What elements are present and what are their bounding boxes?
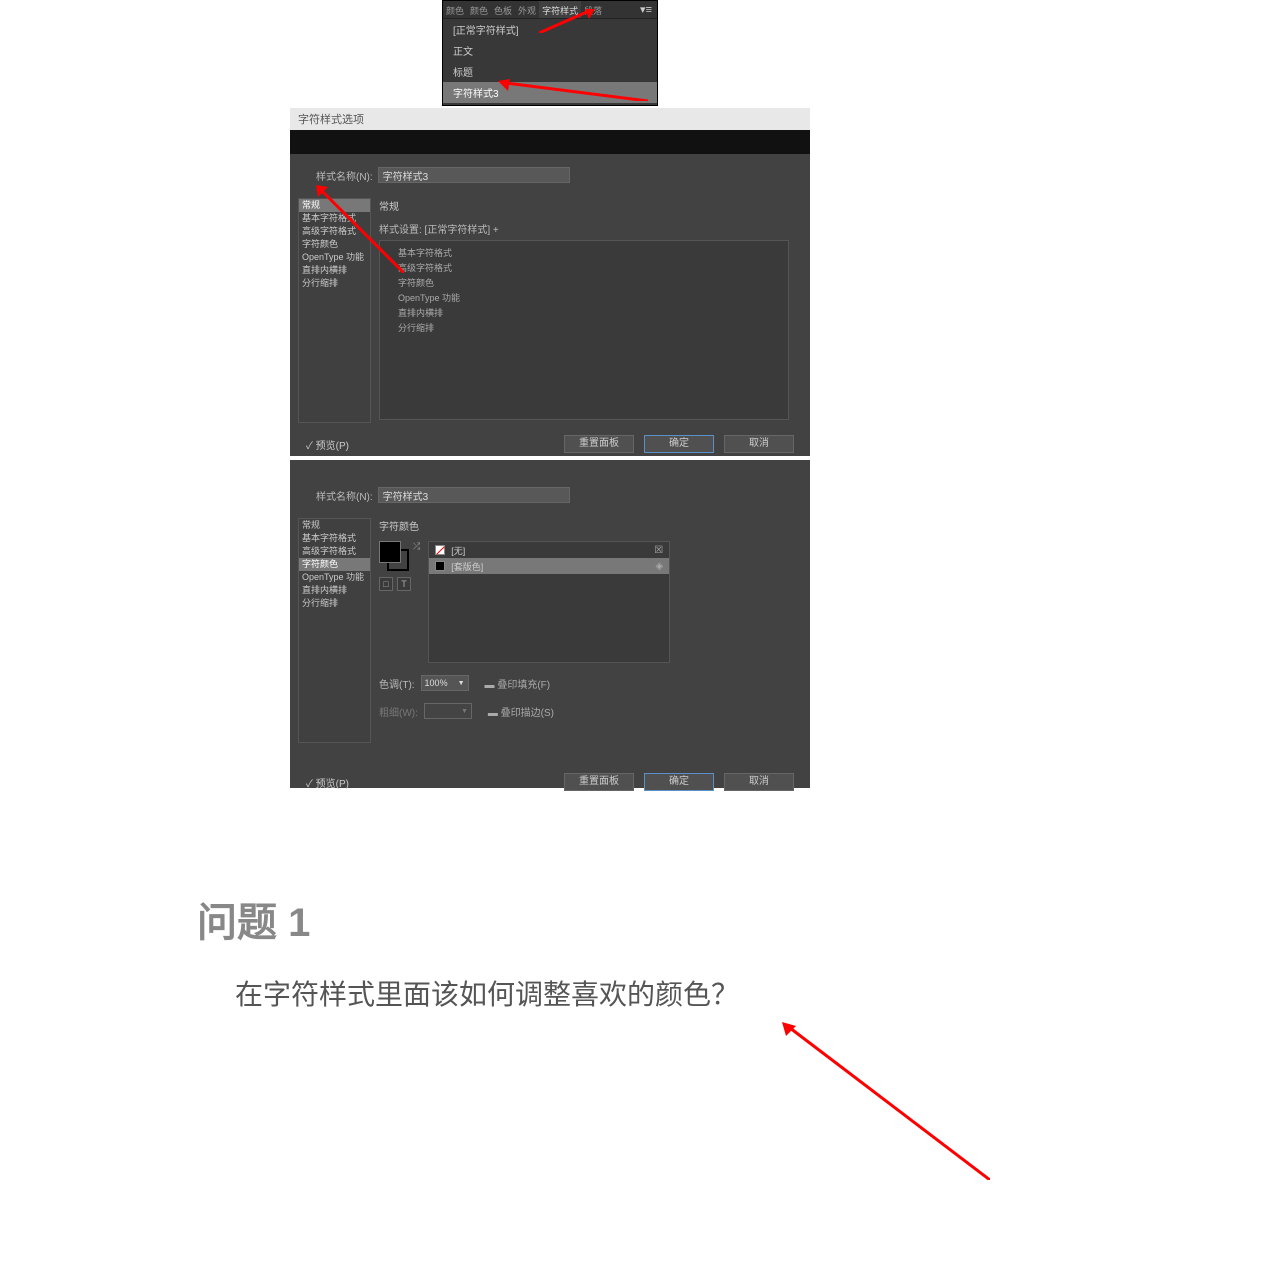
swatch-list: [无] ☒ [套版色] ◈ — [428, 541, 670, 663]
fill-toggle-icon[interactable]: □ — [379, 577, 393, 591]
category-adv-char[interactable]: 高级字符格式 — [299, 225, 370, 238]
tint-combo[interactable]: 100%▼ — [421, 675, 469, 691]
summary-item: OpenType 功能 — [398, 291, 770, 306]
swap-icon[interactable]: ⤮ — [413, 541, 420, 552]
reset-button[interactable]: 重置面板 — [564, 435, 634, 453]
dialog-title: 字符样式选项 — [290, 108, 810, 130]
annotation-arrow-icon — [780, 1020, 990, 1180]
fill-stroke-swatch[interactable]: ⤮ — [379, 541, 420, 571]
registration-chip-icon — [435, 561, 445, 571]
preview-checkbox[interactable]: ✓ 预览(P) — [306, 775, 349, 790]
style-name-label: 样式名称(N): — [316, 168, 373, 183]
none-chip-icon — [435, 545, 445, 555]
summary-item: 分行缩排 — [398, 321, 770, 336]
category-char-color[interactable]: 字符颜色 — [299, 238, 370, 251]
style-item-charstyle3[interactable]: 字符样式3 — [443, 82, 657, 103]
category-general[interactable]: 常规 — [299, 519, 370, 532]
category-char-color[interactable]: 字符颜色 — [299, 558, 370, 571]
question-section: 问题 1 在字符样式里面该如何调整喜欢的颜色？ — [197, 890, 739, 1013]
summary-item: 基本字符格式 — [398, 246, 770, 261]
settings-summary-label: 样式设置: [正常字符样式] + — [379, 221, 802, 236]
tab-color2[interactable]: 颜色 — [467, 1, 491, 18]
char-style-color-dialog: 样式名称(N): 常规 基本字符格式 高级字符格式 字符颜色 OpenType … — [290, 460, 810, 788]
style-item-body[interactable]: 正文 — [443, 40, 657, 61]
dialog-blackbar — [290, 130, 810, 154]
cancel-button[interactable]: 取消 — [724, 773, 794, 791]
char-style-options-dialog: 字符样式选项 样式名称(N): 常规 基本字符格式 高级字符格式 字符颜色 Op… — [290, 108, 810, 456]
swatch-label: [无] — [451, 544, 465, 557]
panel-menu-icon[interactable]: ▾≡ — [635, 1, 657, 18]
styles-panel: 颜色 颜色 色板 外观 字符样式 段落 ▾≡ [正常字符样式] 正文 标题 字符… — [442, 0, 658, 106]
question-body: 在字符样式里面该如何调整喜欢的颜色？ — [235, 973, 739, 1013]
category-list: 常规 基本字符格式 高级字符格式 字符颜色 OpenType 功能 直排内横排 … — [298, 198, 371, 423]
category-splitline[interactable]: 分行缩排 — [299, 277, 370, 290]
cancel-button[interactable]: 取消 — [724, 435, 794, 453]
category-list: 常规 基本字符格式 高级字符格式 字符颜色 OpenType 功能 直排内横排 … — [298, 518, 371, 743]
preview-checkbox[interactable]: ✓ 预览(P) — [306, 437, 349, 452]
reset-button[interactable]: 重置面板 — [564, 773, 634, 791]
tab-color1[interactable]: 颜色 — [443, 1, 467, 18]
category-opentype[interactable]: OpenType 功能 — [299, 251, 370, 264]
category-basic-char[interactable]: 基本字符格式 — [299, 532, 370, 545]
swatch-none[interactable]: [无] ☒ — [429, 542, 669, 558]
question-title: 问题 1 — [197, 890, 739, 948]
category-splitline[interactable]: 分行缩排 — [299, 597, 370, 610]
tab-para-styles[interactable]: 段落 — [581, 1, 605, 18]
weight-combo: ▼ — [424, 703, 472, 719]
tab-swatches[interactable]: 色板 — [491, 1, 515, 18]
section-title-color: 字符颜色 — [379, 518, 802, 533]
swatch-label: [套版色] — [451, 560, 483, 573]
category-vertical[interactable]: 直排内横排 — [299, 584, 370, 597]
swatch-registration[interactable]: [套版色] ◈ — [429, 558, 669, 574]
summary-item: 高级字符格式 — [398, 261, 770, 276]
ok-button[interactable]: 确定 — [644, 435, 714, 453]
section-title-general: 常规 — [379, 198, 802, 213]
settings-summary-box: 基本字符格式 高级字符格式 字符颜色 OpenType 功能 直排内横排 分行缩… — [379, 240, 789, 420]
overprint-fill-checkbox[interactable]: ▬ 叠印填充(F) — [485, 676, 551, 691]
swatch-prop-icon: ◈ — [656, 561, 664, 572]
swatch-prop-icon: ☒ — [654, 545, 663, 556]
weight-label: 粗细(W): — [379, 704, 418, 719]
category-vertical[interactable]: 直排内横排 — [299, 264, 370, 277]
tab-appearance[interactable]: 外观 — [515, 1, 539, 18]
style-name-input[interactable] — [378, 487, 570, 503]
category-general[interactable]: 常规 — [299, 199, 370, 212]
summary-item: 字符颜色 — [398, 276, 770, 291]
text-toggle-icon[interactable]: T — [397, 577, 411, 591]
panel-tabs: 颜色 颜色 色板 外观 字符样式 段落 ▾≡ — [443, 1, 657, 19]
ok-button[interactable]: 确定 — [644, 773, 714, 791]
style-item-heading[interactable]: 标题 — [443, 61, 657, 82]
summary-item: 直排内横排 — [398, 306, 770, 321]
category-adv-char[interactable]: 高级字符格式 — [299, 545, 370, 558]
category-basic-char[interactable]: 基本字符格式 — [299, 212, 370, 225]
style-name-input[interactable] — [378, 167, 570, 183]
tab-char-styles[interactable]: 字符样式 — [539, 1, 581, 18]
style-item-normal[interactable]: [正常字符样式] — [443, 19, 657, 40]
tint-label: 色调(T): — [379, 676, 415, 691]
category-opentype[interactable]: OpenType 功能 — [299, 571, 370, 584]
overprint-stroke-checkbox: ▬ 叠印描边(S) — [488, 704, 554, 719]
style-name-label: 样式名称(N): — [316, 488, 373, 503]
